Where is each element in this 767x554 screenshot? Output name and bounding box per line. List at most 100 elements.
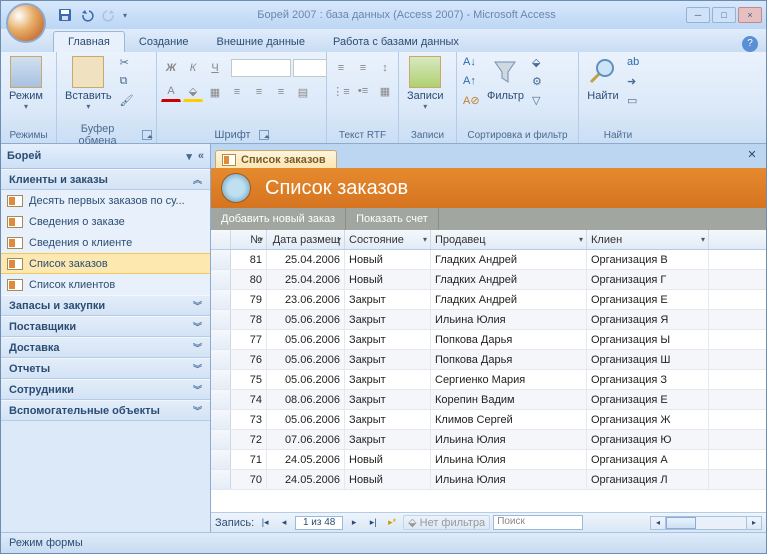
show-invoice-button[interactable]: Показать счет: [346, 208, 439, 230]
align-center-icon[interactable]: ≡: [249, 82, 269, 102]
row-selector[interactable]: [211, 470, 231, 489]
scroll-left-icon[interactable]: ◂: [650, 516, 666, 530]
selection-filter-icon[interactable]: ⬙: [532, 56, 548, 72]
cell-client[interactable]: Организация Г: [587, 270, 709, 289]
cell-number[interactable]: 73: [231, 410, 267, 429]
cell-client[interactable]: Организация Ш: [587, 350, 709, 369]
nav-section[interactable]: Поставщики︾: [1, 316, 210, 337]
cell-seller[interactable]: Гладких Андрей: [431, 250, 587, 269]
font-color-icon[interactable]: А: [161, 82, 181, 102]
filter-indicator[interactable]: ⬙Нет фильтра: [403, 515, 490, 530]
cell-status[interactable]: Закрыт: [345, 290, 431, 309]
cell-seller[interactable]: Гладких Андрей: [431, 270, 587, 289]
scroll-right-icon[interactable]: ▸: [746, 516, 762, 530]
clear-sort-icon[interactable]: A⊘: [463, 94, 479, 110]
dropdown-icon[interactable]: ▾: [701, 235, 705, 244]
nav-section[interactable]: Отчеты︾: [1, 358, 210, 379]
maximize-button[interactable]: □: [712, 7, 736, 23]
cell-client[interactable]: Организация Ы: [587, 330, 709, 349]
cell-status[interactable]: Закрыт: [345, 370, 431, 389]
cell-client[interactable]: Организация Л: [587, 470, 709, 489]
row-selector[interactable]: [211, 270, 231, 289]
table-row[interactable]: 7923.06.2006ЗакрытГладких АндрейОрганиза…: [211, 290, 766, 310]
col-seller[interactable]: Продавец▾: [431, 230, 587, 249]
scroll-track[interactable]: [666, 516, 746, 530]
table-row[interactable]: 7024.05.2006НовыйИльина ЮлияОрганизация …: [211, 470, 766, 490]
col-number[interactable]: №▾: [231, 230, 267, 249]
row-selector[interactable]: [211, 330, 231, 349]
row-selector[interactable]: [211, 250, 231, 269]
cell-seller[interactable]: Попкова Дарья: [431, 330, 587, 349]
rtf-btn[interactable]: ▦: [375, 81, 395, 101]
dropdown-icon[interactable]: ▾: [337, 235, 341, 244]
nav-item[interactable]: Десять первых заказов по су...: [1, 190, 210, 211]
search-input[interactable]: Поиск: [493, 515, 583, 530]
fill-color-icon[interactable]: ⬙: [183, 82, 203, 102]
select-icon[interactable]: ▭: [627, 94, 643, 110]
table-row[interactable]: 7124.05.2006НовыйИльина ЮлияОрганизация …: [211, 450, 766, 470]
row-selector-header[interactable]: [211, 230, 231, 249]
cell-seller[interactable]: Ильина Юлия: [431, 450, 587, 469]
close-tab-icon[interactable]: ✕: [744, 148, 760, 164]
cell-client[interactable]: Организация З: [587, 370, 709, 389]
nav-item[interactable]: Список заказов: [1, 253, 210, 274]
cell-date[interactable]: 05.06.2006: [267, 310, 345, 329]
office-button[interactable]: [6, 3, 46, 43]
nav-item[interactable]: Сведения о заказе: [1, 211, 210, 232]
cell-client[interactable]: Организация Я: [587, 310, 709, 329]
cell-date[interactable]: 05.06.2006: [267, 350, 345, 369]
first-record-icon[interactable]: |◂: [257, 516, 273, 530]
cell-seller[interactable]: Климов Сергей: [431, 410, 587, 429]
help-icon[interactable]: ?: [742, 36, 758, 52]
redo-icon[interactable]: [101, 7, 117, 23]
table-row[interactable]: 7505.06.2006ЗакрытСергиенко МарияОрганиз…: [211, 370, 766, 390]
dialog-launcher-icon[interactable]: [259, 130, 269, 140]
nav-section[interactable]: Сотрудники︾: [1, 379, 210, 400]
cell-seller[interactable]: Сергиенко Мария: [431, 370, 587, 389]
cell-number[interactable]: 81: [231, 250, 267, 269]
cell-status[interactable]: Закрыт: [345, 330, 431, 349]
cell-number[interactable]: 72: [231, 430, 267, 449]
rtf-btn[interactable]: ↕: [375, 58, 395, 78]
records-button[interactable]: Записи▾: [403, 54, 448, 113]
font-combo[interactable]: [231, 59, 291, 77]
cell-seller[interactable]: Попкова Дарья: [431, 350, 587, 369]
table-row[interactable]: 7605.06.2006ЗакрытПопкова ДарьяОрганизац…: [211, 350, 766, 370]
row-selector[interactable]: [211, 350, 231, 369]
sort-desc-icon[interactable]: A↑: [463, 75, 479, 91]
bold-button[interactable]: Ж: [161, 58, 181, 78]
undo-icon[interactable]: [79, 7, 95, 23]
rtf-btn[interactable]: ≡: [331, 58, 351, 78]
cell-status[interactable]: Закрыт: [345, 310, 431, 329]
paste-button[interactable]: Вставить▾: [61, 54, 116, 113]
toggle-filter-icon[interactable]: ▽: [532, 94, 548, 110]
format-painter-icon[interactable]: 🖌: [120, 94, 136, 110]
row-selector[interactable]: [211, 310, 231, 329]
tab-home[interactable]: Главная: [53, 31, 125, 52]
dropdown-icon[interactable]: ▾: [259, 235, 263, 244]
cell-status[interactable]: Закрыт: [345, 390, 431, 409]
add-order-button[interactable]: Добавить новый заказ: [211, 208, 346, 230]
rtf-numlist-icon[interactable]: ⋮≡: [331, 81, 351, 101]
italic-button[interactable]: К: [183, 58, 203, 78]
rtf-btn[interactable]: ≡: [353, 58, 373, 78]
rtf-bullets-icon[interactable]: •≡: [353, 81, 373, 101]
table-row[interactable]: 8025.04.2006НовыйГладких АндрейОрганизац…: [211, 270, 766, 290]
cell-status[interactable]: Закрыт: [345, 430, 431, 449]
nav-section[interactable]: Вспомогательные объекты︾: [1, 400, 210, 421]
nav-section[interactable]: Клиенты и заказы︽: [1, 169, 210, 190]
record-position-input[interactable]: 1 из 48: [295, 516, 343, 530]
cell-seller[interactable]: Гладких Андрей: [431, 290, 587, 309]
col-date[interactable]: Дата размещ▾: [267, 230, 345, 249]
col-client[interactable]: Клиен▾: [587, 230, 709, 249]
col-status[interactable]: Состояние▾: [345, 230, 431, 249]
alt-rows-icon[interactable]: ▤: [293, 82, 313, 102]
cell-number[interactable]: 76: [231, 350, 267, 369]
fontsize-combo[interactable]: [293, 59, 327, 77]
nav-section[interactable]: Доставка︾: [1, 337, 210, 358]
copy-icon[interactable]: ⧉: [120, 75, 136, 91]
cell-date[interactable]: 24.05.2006: [267, 470, 345, 489]
table-row[interactable]: 7408.06.2006ЗакрытКорепин ВадимОрганизац…: [211, 390, 766, 410]
cell-client[interactable]: Организация Е: [587, 390, 709, 409]
cell-date[interactable]: 07.06.2006: [267, 430, 345, 449]
